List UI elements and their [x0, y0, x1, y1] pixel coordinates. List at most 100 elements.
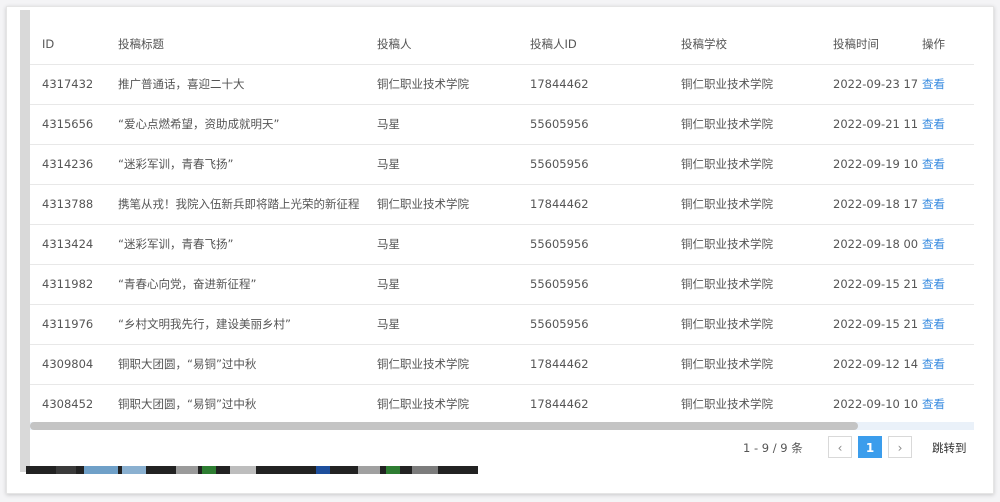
taskbar-strip	[26, 466, 478, 474]
view-link[interactable]: 查看	[922, 344, 945, 384]
cell-author: 铜仁职业技术学院	[377, 397, 469, 411]
cell-id: 4314236	[42, 157, 94, 171]
view-link[interactable]: 查看	[922, 184, 945, 224]
table-row: 4317432 推广普通话，喜迎二十大 铜仁职业技术学院 17844462 铜仁职业技术…	[30, 64, 974, 105]
cell-school: 铜仁职业技术学院	[681, 117, 773, 131]
cell-author-id: 55605956	[530, 317, 589, 331]
cell-author: 铜仁职业技术学院	[377, 197, 469, 211]
taskbar-item	[230, 466, 256, 474]
cell-author-id: 55605956	[530, 237, 589, 251]
cell-school: 铜仁职业技术学院	[681, 197, 773, 211]
cell-school: 铜仁职业技术学院	[681, 157, 773, 171]
cell-school: 铜仁职业技术学院	[681, 317, 773, 331]
cell-time: 2022-09-18 00	[833, 237, 919, 251]
cell-school: 铜仁职业技术学院	[681, 77, 773, 91]
cell-id: 4315656	[42, 117, 94, 131]
col-header-title: 投稿标题	[118, 37, 164, 51]
view-link[interactable]: 查看	[922, 384, 945, 424]
page-button-current[interactable]: 1	[858, 436, 882, 458]
col-header-time: 投稿时间	[833, 37, 879, 51]
cell-time: 2022-09-15 21	[833, 277, 919, 291]
table-row: 4311982 “青春心向党，奋进新征程” 马星 55605956 铜仁职业技术学院 20…	[30, 264, 974, 305]
taskbar-item	[412, 466, 438, 474]
chevron-right-icon: ›	[897, 441, 903, 455]
taskbar-item	[56, 466, 76, 474]
view-link[interactable]: 查看	[922, 104, 945, 144]
cell-time: 2022-09-18 17	[833, 197, 919, 211]
cell-author: 马星	[377, 237, 400, 251]
cell-title: “迷彩军训，青春飞扬”	[118, 157, 234, 171]
pagination: 1 - 9 / 9 条 ‹ 1 › 跳转到	[30, 430, 974, 468]
view-link[interactable]: 查看	[922, 64, 945, 104]
taskbar-item	[386, 466, 400, 474]
cell-time: 2022-09-19 10	[833, 157, 919, 171]
cell-id: 4309804	[42, 357, 94, 371]
cell-author-id: 17844462	[530, 357, 589, 371]
cell-author: 马星	[377, 117, 400, 131]
cell-school: 铜仁职业技术学院	[681, 237, 773, 251]
prev-page-button[interactable]: ‹	[828, 436, 852, 458]
cell-id: 4308452	[42, 397, 94, 411]
taskbar-item	[122, 466, 146, 474]
table-row: 4308452 铜职大团圆，“易铜”过中秋 铜仁职业技术学院 17844462 铜仁职业…	[30, 384, 974, 425]
taskbar-item	[358, 466, 380, 474]
pagination-info: 1 - 9 / 9 条	[743, 441, 803, 455]
jump-to-page[interactable]: 跳转到	[932, 430, 967, 466]
cell-id: 4313424	[42, 237, 94, 251]
cell-author-id: 55605956	[530, 117, 589, 131]
cell-school: 铜仁职业技术学院	[681, 277, 773, 291]
table-row: 4309804 铜职大团圆，“易铜”过中秋 铜仁职业技术学院 17844462 铜仁职业…	[30, 344, 974, 385]
table-row: 4313788 携笔从戎！我院入伍新兵即将踏上光荣的新征程 铜仁职业技术学院 1784…	[30, 184, 974, 225]
left-edge-strip	[20, 10, 30, 472]
col-header-author: 投稿人	[377, 37, 412, 51]
cell-author: 马星	[377, 157, 400, 171]
view-link[interactable]: 查看	[922, 264, 945, 304]
cell-title: 推广普通话，喜迎二十大	[118, 77, 245, 91]
cell-id: 4317432	[42, 77, 94, 91]
cell-time: 2022-09-10 10	[833, 397, 919, 411]
col-header-action: 操作	[922, 37, 945, 51]
taskbar-item	[202, 466, 216, 474]
cell-title: 铜职大团圆，“易铜”过中秋	[118, 397, 257, 411]
table-header: ID 投稿标题 投稿人 投稿人ID 投稿学校 投稿时间 操作	[30, 24, 974, 65]
taskbar-item	[176, 466, 198, 474]
submissions-table-panel: ID 投稿标题 投稿人 投稿人ID 投稿学校 投稿时间 操作 4317432 推广…	[30, 24, 974, 468]
cell-author-id: 55605956	[530, 157, 589, 171]
taskbar-item	[316, 466, 330, 474]
col-header-id: ID	[42, 37, 55, 51]
cell-title: “迷彩军训，青春飞扬”	[118, 237, 234, 251]
cell-time: 2022-09-12 14	[833, 357, 919, 371]
cell-author: 铜仁职业技术学院	[377, 77, 469, 91]
col-header-author-id: 投稿人ID	[530, 37, 577, 51]
cell-time: 2022-09-21 11	[833, 117, 919, 131]
table-row: 4313424 “迷彩军训，青春飞扬” 马星 55605956 铜仁职业技术学院 2022…	[30, 224, 974, 265]
cell-author: 铜仁职业技术学院	[377, 357, 469, 371]
cell-author-id: 17844462	[530, 77, 589, 91]
cell-time: 2022-09-15 21	[833, 317, 919, 331]
table-row: 4314236 “迷彩军训，青春飞扬” 马星 55605956 铜仁职业技术学院 2022…	[30, 144, 974, 185]
cell-title: “青春心向党，奋进新征程”	[118, 277, 257, 291]
scrollbar-thumb[interactable]	[30, 422, 858, 430]
next-page-button[interactable]: ›	[888, 436, 912, 458]
cell-author: 马星	[377, 277, 400, 291]
cell-author: 马星	[377, 317, 400, 331]
chevron-left-icon: ‹	[837, 441, 843, 455]
cell-school: 铜仁职业技术学院	[681, 357, 773, 371]
table-row: 4311976 “乡村文明我先行，建设美丽乡村” 马星 55605956 铜仁职业技术学…	[30, 304, 974, 345]
col-header-school: 投稿学校	[681, 37, 727, 51]
horizontal-scrollbar[interactable]	[30, 422, 974, 430]
view-link[interactable]: 查看	[922, 224, 945, 264]
view-link[interactable]: 查看	[922, 144, 945, 184]
table-row: 4315656 “爱心点燃希望，资助成就明天” 马星 55605956 铜仁职业技术学院…	[30, 104, 974, 145]
cell-id: 4311976	[42, 317, 94, 331]
cell-author-id: 17844462	[530, 197, 589, 211]
cell-author-id: 55605956	[530, 277, 589, 291]
cell-title: 携笔从戎！我院入伍新兵即将踏上光荣的新征程	[118, 197, 360, 211]
view-link[interactable]: 查看	[922, 304, 945, 344]
cell-id: 4311982	[42, 277, 94, 291]
taskbar-item	[84, 466, 118, 474]
cell-title: 铜职大团圆，“易铜”过中秋	[118, 357, 257, 371]
cell-time: 2022-09-23 17	[833, 77, 919, 91]
cell-title: “爱心点燃希望，资助成就明天”	[118, 117, 280, 131]
cell-title: “乡村文明我先行，建设美丽乡村”	[118, 317, 291, 331]
